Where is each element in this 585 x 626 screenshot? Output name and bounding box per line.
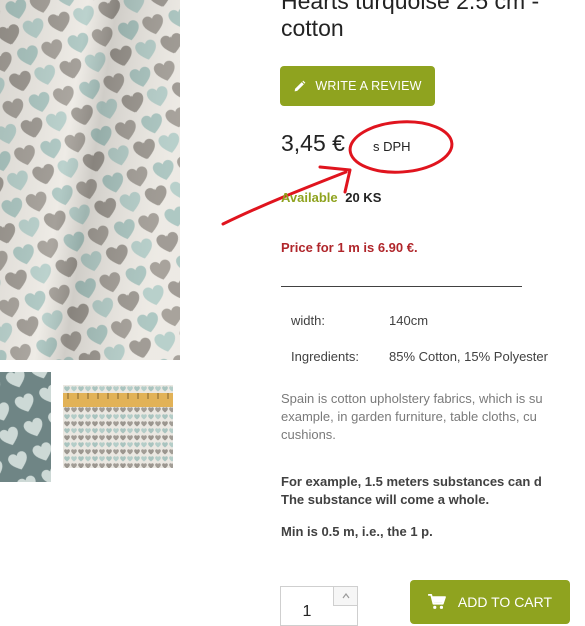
- minimum-quantity-note: Min is 0.5 m, i.e., the 1 p.: [281, 523, 585, 541]
- cart-icon: [428, 594, 446, 609]
- product-specs: width: 140cm Ingredients: 85% Cotton, 15…: [291, 313, 548, 385]
- spec-key: width:: [291, 313, 325, 328]
- add-to-cart-button[interactable]: ADD TO CART: [410, 580, 570, 624]
- spec-value: 85% Cotton, 15% Polyester: [389, 349, 548, 364]
- product-title: Hearts turquoise 2.5 cm - cotton: [281, 0, 585, 42]
- product-title-line-2: cotton: [281, 15, 344, 41]
- fabric-with-ruler-thumbnail: [63, 385, 173, 468]
- stock-quantity: 20 KS: [345, 190, 382, 205]
- minimum-quantity-text: Min is 0.5 m, i.e., the 1 p.: [281, 524, 433, 539]
- thumbnail-image-2[interactable]: [63, 385, 173, 468]
- description-line: Spain is cotton upholstery fabrics, whic…: [281, 391, 543, 406]
- product-main-image[interactable]: [0, 0, 180, 360]
- write-review-label: WRITE A REVIEW: [315, 79, 422, 93]
- availability-label: Available: [281, 190, 338, 205]
- product-price: 3,45 €: [281, 130, 345, 156]
- write-review-button[interactable]: WRITE A REVIEW: [280, 66, 435, 106]
- thumbnail-image-1[interactable]: [0, 372, 51, 482]
- pencil-icon: [294, 80, 306, 91]
- quantity-input[interactable]: [281, 587, 333, 625]
- product-title-line-1: Hearts turquoise 2.5 cm -: [281, 0, 540, 14]
- add-to-cart-label: ADD TO CART: [457, 594, 553, 610]
- tax-label: s DPH: [373, 139, 411, 154]
- fabric-thumbnail-pattern: [0, 372, 51, 482]
- purchase-note-line: The substance will come a whole.: [281, 492, 490, 507]
- purchase-note-line: For example, 1.5 meters substances can d: [281, 474, 542, 489]
- spec-row-ingredients: Ingredients: 85% Cotton, 15% Polyester: [291, 349, 548, 385]
- quantity-increment-button[interactable]: [333, 587, 357, 606]
- divider: [281, 286, 522, 287]
- spec-row-width: width: 140cm: [291, 313, 548, 349]
- availability-status: Available 20 KS: [281, 190, 381, 205]
- product-description: Spain is cotton upholstery fabrics, whic…: [281, 390, 585, 444]
- chevron-up-icon: [342, 593, 349, 599]
- description-line: example, in garden furniture, table clot…: [281, 409, 537, 424]
- annotation-arrow-head: [318, 165, 352, 194]
- hearts-fabric-pattern: [0, 0, 180, 360]
- description-line: cushions.: [281, 427, 336, 442]
- quantity-stepper[interactable]: [280, 586, 358, 626]
- spec-value: 140cm: [389, 313, 429, 328]
- spec-key: Ingredients:: [291, 349, 359, 364]
- purchase-note: For example, 1.5 meters substances can d…: [281, 473, 585, 509]
- price-per-meter-note: Price for 1 m is 6.90 €.: [281, 240, 418, 255]
